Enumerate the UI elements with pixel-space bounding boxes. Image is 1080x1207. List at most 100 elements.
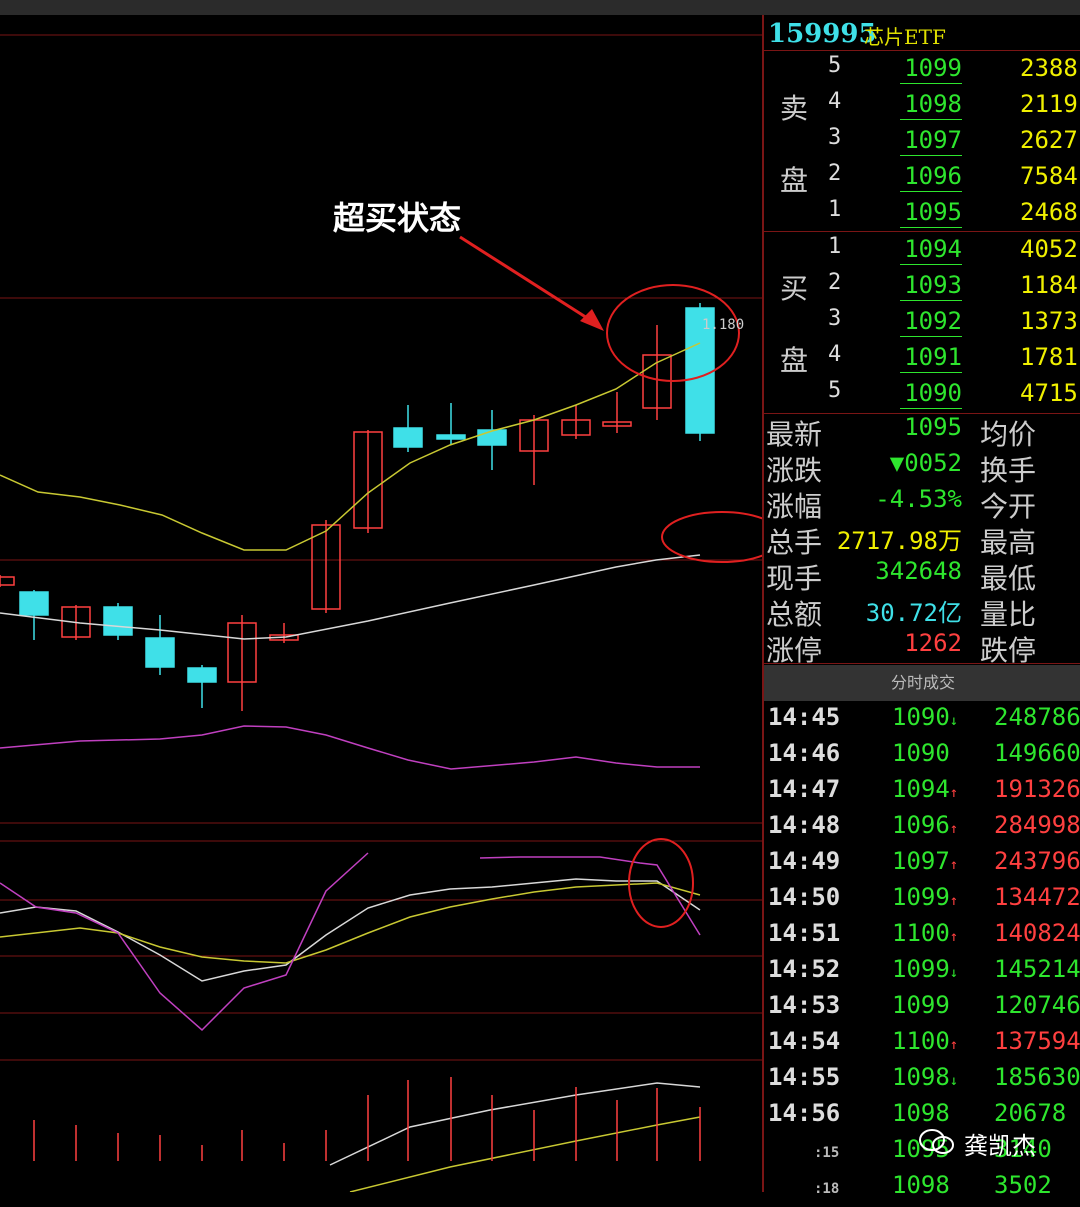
tick-row: 14:52 1099↓ 145214 bbox=[764, 955, 1080, 991]
tick-volume: 3502 bbox=[994, 1171, 1052, 1199]
buy-level-row[interactable]: 1 1094 4052 bbox=[764, 234, 1080, 270]
tick-time: 14:53 bbox=[768, 991, 841, 1019]
candle-body bbox=[19, 591, 49, 616]
tick-price-value: 1098 bbox=[892, 1063, 950, 1091]
tick-price-value: 1100 bbox=[892, 919, 950, 947]
level-volume: 7584 bbox=[1020, 162, 1078, 190]
level-price: 1092 bbox=[900, 306, 962, 337]
sell-level-row[interactable]: 3 1097 2627 bbox=[764, 125, 1080, 161]
tick-price: 1099 bbox=[892, 991, 950, 1019]
tick-direction-icon: ↑ bbox=[949, 821, 959, 837]
level-number: 1 bbox=[828, 197, 842, 222]
tick-volume: 145214 bbox=[994, 955, 1080, 983]
quote-label: 涨跌 bbox=[766, 454, 823, 487]
quote-value: 2717.98万 bbox=[836, 527, 962, 555]
candle-body bbox=[145, 637, 175, 668]
tick-price: 1094↑ bbox=[892, 775, 958, 803]
buy-level-row[interactable]: 2 1093 1184 bbox=[764, 270, 1080, 306]
tick-row: 14:50 1099↑ 134472 bbox=[764, 883, 1080, 919]
kline-chart-svg bbox=[0, 34, 762, 1192]
kline-chart-area[interactable]: 超买状态 1.180 bbox=[0, 15, 762, 1192]
quote-row: 最新 1095 均价 bbox=[764, 413, 1080, 451]
buy-level-row[interactable]: 5 1090 4715 bbox=[764, 378, 1080, 414]
level-volume: 4715 bbox=[1020, 379, 1078, 407]
sell-level-row[interactable]: 4 1098 2119 bbox=[764, 89, 1080, 125]
quote-label-secondary: 今开 bbox=[980, 490, 1037, 523]
tick-row: :18 1098 3502 bbox=[764, 1171, 1080, 1207]
quote-label-secondary: 换手 bbox=[980, 454, 1037, 487]
tick-volume: 248786 bbox=[994, 703, 1080, 731]
tick-volume: 20678 bbox=[994, 1099, 1067, 1127]
level-number: 3 bbox=[828, 306, 842, 331]
tick-price: 1098↓ bbox=[892, 1063, 958, 1091]
tick-price-value: 1098 bbox=[892, 1171, 950, 1199]
level-price: 1091 bbox=[900, 342, 962, 373]
sell-level-row[interactable]: 1 1095 2468 bbox=[764, 197, 1080, 233]
tick-time: 14:51 bbox=[768, 919, 841, 947]
quote-label: 总手 bbox=[766, 526, 823, 559]
level-number: 5 bbox=[828, 378, 842, 403]
tick-row: 14:46 1090 149660 bbox=[764, 739, 1080, 775]
level-volume: 2119 bbox=[1020, 90, 1078, 118]
quote-row: 涨幅 -4.53% 今开 bbox=[764, 485, 1080, 523]
sell-level-row[interactable]: 5 1099 2388 bbox=[764, 53, 1080, 89]
tick-price: 1098 bbox=[892, 1099, 950, 1127]
tick-volume: 140824 bbox=[994, 919, 1080, 947]
tick-time: :18 bbox=[814, 1181, 840, 1197]
level-volume: 2388 bbox=[1020, 54, 1078, 82]
level-price: 1095 bbox=[900, 197, 962, 228]
volume-ma-yellow bbox=[349, 1116, 701, 1192]
level-price: 1093 bbox=[900, 270, 962, 301]
candle-body bbox=[393, 427, 423, 448]
tick-row: 14:55 1098↓ 185630 bbox=[764, 1063, 1080, 1099]
level-number: 2 bbox=[828, 270, 842, 295]
level-volume: 1184 bbox=[1020, 271, 1078, 299]
level-volume: 4052 bbox=[1020, 235, 1078, 263]
tick-time: 14:48 bbox=[768, 811, 841, 839]
quote-value: ▼0052 bbox=[889, 449, 962, 477]
level-price: 1099 bbox=[900, 53, 962, 84]
tick-volume: 134472 bbox=[994, 883, 1080, 911]
tick-price: 1096↑ bbox=[892, 811, 958, 839]
tick-time: 14:46 bbox=[768, 739, 841, 767]
osc-line-yellow bbox=[0, 882, 701, 964]
divider bbox=[764, 663, 1080, 664]
tick-price-value: 1090 bbox=[892, 739, 950, 767]
level-price: 1094 bbox=[900, 234, 962, 265]
quote-value: 342648 bbox=[875, 557, 962, 585]
wechat-icon bbox=[919, 1129, 954, 1154]
ticks-header[interactable]: 分时成交 bbox=[764, 665, 1080, 701]
tick-direction-icon: ↑ bbox=[949, 1037, 959, 1053]
buy-level-row[interactable]: 3 1092 1373 bbox=[764, 306, 1080, 342]
tick-direction-icon: ↓ bbox=[949, 965, 959, 981]
level-price: 1098 bbox=[900, 89, 962, 120]
tick-row: 14:45 1090↓ 248786 bbox=[764, 703, 1080, 739]
sell-level-row[interactable]: 2 1096 7584 bbox=[764, 161, 1080, 197]
level-volume: 2627 bbox=[1020, 126, 1078, 154]
level-number: 4 bbox=[828, 89, 842, 114]
arrow-head-icon bbox=[580, 309, 604, 331]
tick-price-value: 1099 bbox=[892, 991, 950, 1019]
tick-time: 14:56 bbox=[768, 1099, 841, 1127]
candle-body bbox=[187, 667, 217, 683]
level-price: 1097 bbox=[900, 125, 962, 156]
tick-price-value: 1094 bbox=[892, 775, 950, 803]
security-code: 159995 bbox=[768, 19, 877, 49]
quote-panel: 159995 芯片ETF 卖 盘 5 1099 2388 4 1098 2119 3 1097… bbox=[762, 15, 1080, 1199]
tick-row: 14:47 1094↑ 191326 bbox=[764, 775, 1080, 811]
candle-body bbox=[436, 434, 466, 440]
quote-label-secondary: 最低 bbox=[980, 562, 1037, 595]
tick-price: 1090↓ bbox=[892, 703, 958, 731]
tick-price: 1099↑ bbox=[892, 883, 958, 911]
tick-price-value: 1097 bbox=[892, 847, 950, 875]
level-number: 5 bbox=[828, 53, 842, 78]
quote-label-secondary: 量比 bbox=[980, 598, 1037, 631]
tick-price-value: 1099 bbox=[892, 883, 950, 911]
buy-level-row[interactable]: 4 1091 1781 bbox=[764, 342, 1080, 378]
quote-value: 30.72亿 bbox=[865, 599, 962, 627]
tick-direction-icon: ↓ bbox=[949, 1073, 959, 1089]
quote-label: 涨幅 bbox=[766, 490, 823, 523]
tick-time: :15 bbox=[814, 1145, 840, 1161]
ma-line-yellow bbox=[0, 342, 701, 551]
tick-price-value: 1099 bbox=[892, 955, 950, 983]
